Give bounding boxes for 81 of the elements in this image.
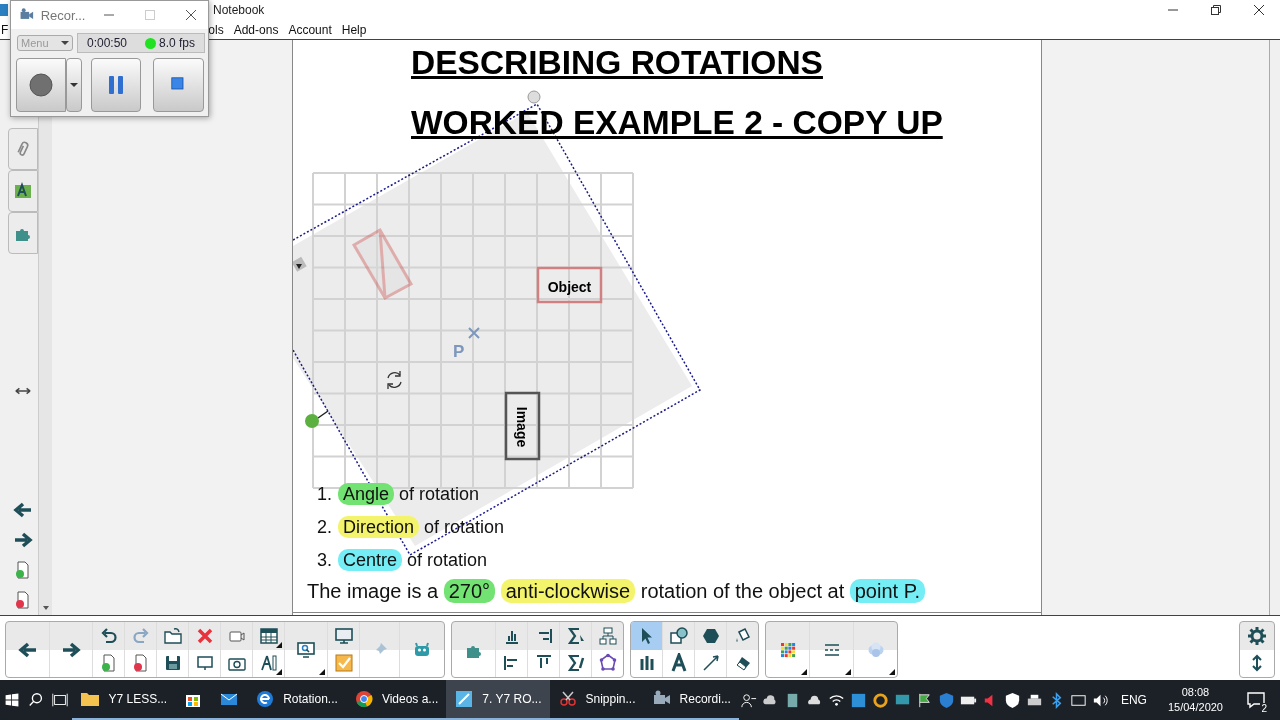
ring-icon bbox=[870, 690, 890, 710]
back-icon bbox=[13, 500, 33, 520]
stop-icon bbox=[170, 77, 187, 93]
polygon-icon bbox=[597, 653, 618, 674]
message-icon bbox=[1246, 690, 1266, 710]
menu-item[interactable]: Add-ons bbox=[231, 22, 285, 37]
maximize-icon bbox=[144, 10, 155, 20]
record-button[interactable] bbox=[16, 58, 66, 112]
select-button[interactable] bbox=[631, 622, 662, 650]
status-dot bbox=[144, 37, 156, 49]
folder-icon bbox=[162, 625, 183, 646]
rotate-handle[interactable] bbox=[527, 90, 541, 104]
step-number: 2. bbox=[317, 517, 332, 538]
notification-count: 2 bbox=[1260, 703, 1268, 714]
caret-icon bbox=[70, 83, 78, 87]
restore-icon bbox=[1210, 5, 1221, 15]
notebook-icon bbox=[454, 689, 475, 709]
cross-mark-icon bbox=[468, 327, 480, 339]
checklist-icon bbox=[333, 653, 354, 674]
frame-rate: 8.0 fps bbox=[158, 36, 195, 50]
menu-item[interactable]: F bbox=[1, 22, 9, 37]
paperclip-tab[interactable] bbox=[8, 128, 38, 170]
taskbar-app[interactable]: Rotation... bbox=[247, 680, 346, 720]
redo-icon bbox=[130, 625, 151, 646]
magnify-icon bbox=[296, 639, 316, 660]
shapes-icon bbox=[668, 625, 689, 646]
object-box bbox=[536, 266, 603, 304]
windows-logo-icon bbox=[4, 692, 21, 708]
window-title: Notebook bbox=[213, 3, 265, 17]
browser-icon bbox=[255, 689, 276, 709]
clock-time: 08:08 bbox=[1181, 685, 1210, 700]
pause-icon bbox=[107, 74, 125, 96]
app-icon bbox=[0, 1, 8, 19]
task-view-icon bbox=[51, 691, 70, 709]
menu-item[interactable]: ols bbox=[206, 22, 230, 37]
step-number: 1. bbox=[317, 484, 332, 505]
taskbar-app[interactable]: 7. Y7 RO... bbox=[446, 680, 550, 720]
menu-item[interactable]: Help bbox=[339, 22, 373, 37]
step-text: Angle of rotation bbox=[338, 484, 480, 505]
step-text: Centre of rotation bbox=[338, 550, 488, 571]
rotate-cursor-icon bbox=[387, 370, 402, 390]
scroll-down-icon bbox=[41, 604, 50, 612]
taskbar-app[interactable]: Recordi... bbox=[643, 680, 739, 720]
sigma-pointer-icon bbox=[565, 625, 586, 646]
stop-button[interactable] bbox=[153, 58, 204, 112]
elapsed-time: 0:00:50 bbox=[86, 36, 127, 50]
wheel-icon bbox=[353, 689, 374, 709]
menu-item[interactable]: Account bbox=[286, 22, 338, 37]
text-picture-tab[interactable] bbox=[8, 170, 38, 212]
slide-title: DESCRIBING ROTATIONS bbox=[410, 44, 824, 82]
close-icon bbox=[1253, 5, 1264, 15]
table-icon bbox=[258, 625, 279, 646]
notification-button[interactable]: 2 bbox=[1236, 680, 1276, 720]
record-options-button[interactable] bbox=[66, 58, 82, 112]
step-text: Direction of rotation bbox=[338, 517, 505, 538]
record-icon bbox=[29, 73, 53, 97]
step-number: 3. bbox=[317, 550, 332, 571]
screen-icon bbox=[333, 625, 354, 646]
forward-icon bbox=[13, 530, 33, 550]
language-indicator[interactable]: ENG bbox=[1112, 693, 1155, 707]
scissors-icon bbox=[557, 689, 578, 709]
text-picture-icon bbox=[13, 181, 33, 201]
taskbar-app[interactable]: Y7 LESS... bbox=[72, 680, 176, 720]
summary-sentence: The image is a 270° anti-clockwise rotation of the object at point P. bbox=[293, 577, 1041, 605]
point-label: P bbox=[453, 342, 465, 361]
sigma-pen-icon bbox=[565, 653, 586, 674]
object-label: Object bbox=[547, 279, 592, 295]
flowchart-icon bbox=[597, 625, 618, 646]
slide-title: WORKED EXAMPLE 2 - COPY UP bbox=[410, 104, 944, 142]
clock[interactable]: 08:08 15/04/2020 bbox=[1157, 685, 1233, 715]
gear-icon bbox=[1247, 625, 1267, 646]
pin-handle[interactable] bbox=[305, 410, 329, 428]
recorder-title: Recor... bbox=[40, 7, 86, 23]
compass-icon bbox=[258, 653, 279, 674]
pause-button[interactable] bbox=[91, 58, 141, 112]
menu-handle[interactable] bbox=[293, 256, 307, 272]
taskbar-app[interactable]: Snippin... bbox=[549, 680, 644, 720]
image-box bbox=[504, 391, 541, 461]
clock-date: 15/04/2020 bbox=[1167, 700, 1223, 715]
image-label: Image bbox=[514, 406, 530, 448]
close-icon bbox=[185, 10, 196, 20]
